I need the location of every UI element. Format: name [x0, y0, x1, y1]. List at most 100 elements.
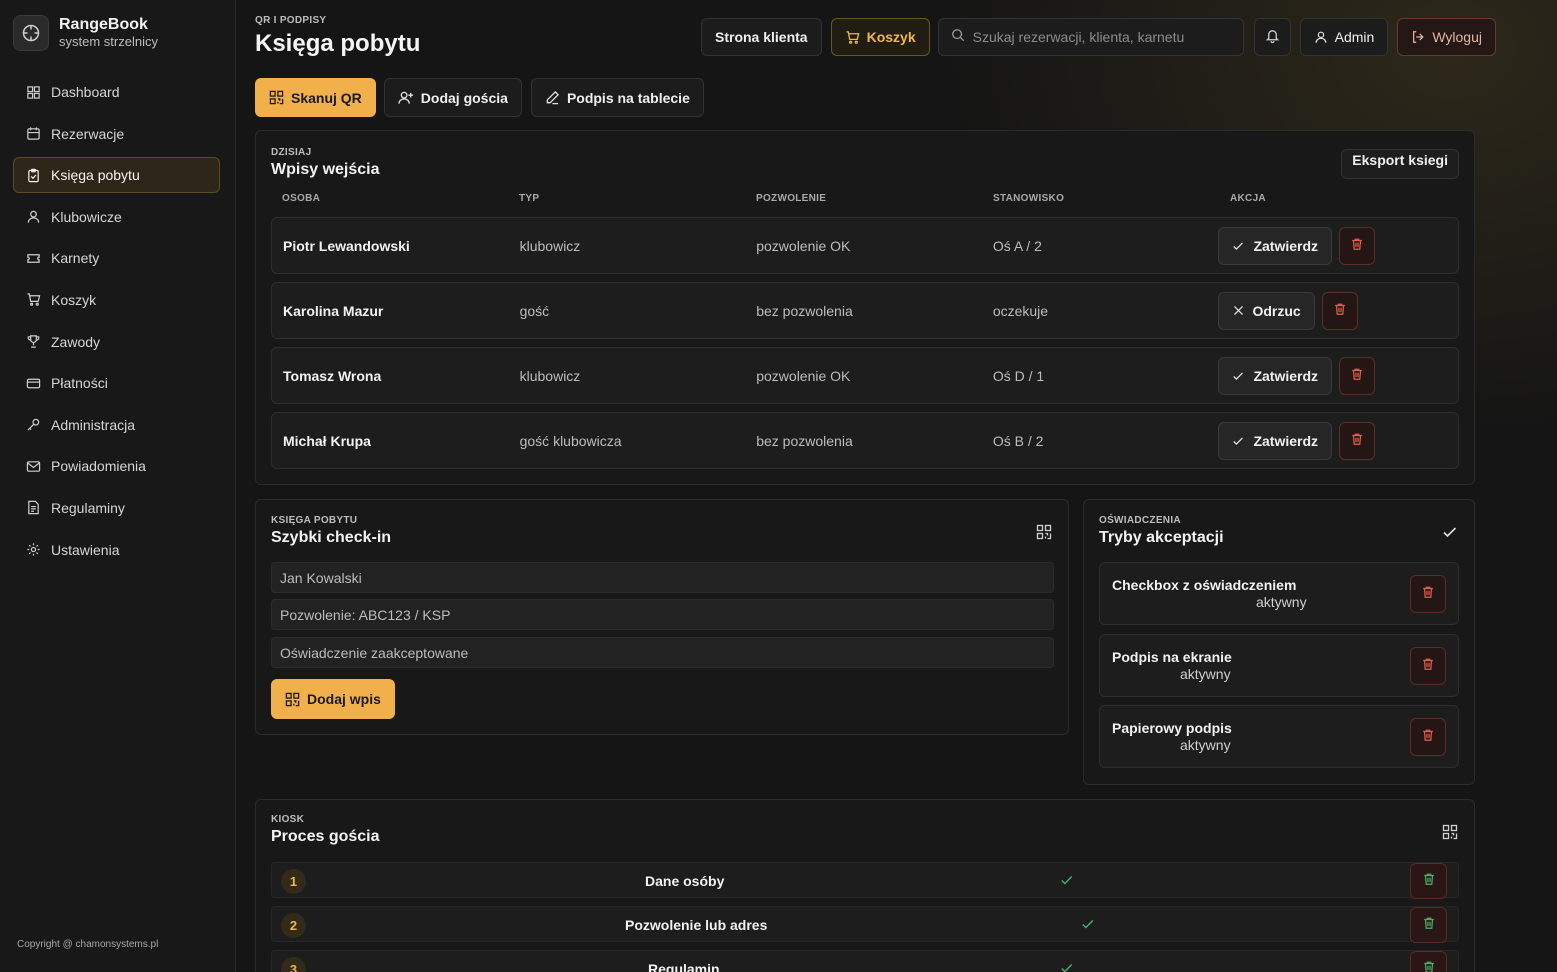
sidebar-item-label: Ustawienia: [51, 541, 120, 558]
approve-label: Zatwierdz: [1253, 237, 1319, 254]
person-name: Tomasz Wrona: [283, 367, 382, 384]
check-icon: [1232, 239, 1246, 253]
logout-button[interactable]: Wyloguj: [1397, 18, 1496, 56]
trash-icon: [1421, 585, 1435, 604]
column-header: OSOBA: [282, 193, 321, 204]
mail-icon: [25, 458, 41, 474]
trophy-icon: [25, 334, 41, 350]
quick-checkin-panel: KSIĘGA POBYTU Szybki check-in Jan Kowals…: [255, 499, 1069, 735]
delete-button[interactable]: [1410, 951, 1447, 972]
cart-button[interactable]: Koszyk: [830, 18, 930, 56]
trash-icon: [1350, 432, 1364, 449]
station: oczekuje: [992, 302, 1049, 319]
sidebar-item-karnety[interactable]: Karnety: [13, 240, 220, 276]
column-header: TYP: [519, 193, 540, 204]
delete-button[interactable]: [1410, 718, 1446, 756]
bell-icon: [1265, 28, 1280, 46]
entries-rows: Piotr Lewandowski klubowicz pozwolenie O…: [271, 217, 1459, 477]
permit-field[interactable]: Pozwolenie: ABC123 / KSP: [271, 599, 1054, 630]
delete-button[interactable]: [1321, 291, 1358, 330]
sidebar-nav: Dashboard Rezerwacje Księga pobytu Klubo…: [13, 74, 220, 573]
add-guest-button[interactable]: Dodaj gościa: [383, 78, 522, 117]
sidebar-item-regulaminy[interactable]: Regulaminy: [13, 490, 220, 526]
sidebar-item-platnosci[interactable]: Płatności: [13, 365, 220, 401]
mode-status: aktywny: [1180, 666, 1231, 682]
grid-icon: [25, 84, 41, 100]
key-icon: [25, 417, 41, 433]
delete-button[interactable]: [1410, 863, 1447, 899]
cart-icon: [25, 292, 41, 308]
guest-process-panel: KIOSK Proces gościa 1 Dane osóby 2 Pozwo…: [255, 799, 1475, 972]
table-row: Tomasz Wrona klubowicz pozwolenie OK Oś …: [271, 347, 1459, 404]
action-bar: Skanuj QR Dodaj gościa Podpis na tableci…: [255, 78, 704, 117]
approve-button[interactable]: Zatwierdz: [1218, 226, 1333, 265]
sidebar-item-dashboard[interactable]: Dashboard: [13, 74, 220, 110]
person-name: Michał Krupa: [283, 432, 371, 449]
sidebar: RangeBook system strzelnicy Dashboard Re…: [0, 0, 236, 972]
delete-button[interactable]: [1339, 421, 1376, 460]
column-header: POZWOLENIE: [756, 193, 827, 204]
guest-process-kicker: KIOSK: [271, 814, 305, 825]
pen-icon: [545, 90, 560, 105]
search-box[interactable]: [937, 18, 1244, 56]
delete-button[interactable]: [1339, 226, 1376, 265]
table-row: Michał Krupa gość klubowicza bez pozwole…: [271, 412, 1459, 469]
client-page-button[interactable]: Strona klienta: [701, 18, 822, 56]
check-icon: [1232, 369, 1246, 383]
sidebar-item-rezerwacje[interactable]: Rezerwacje: [13, 116, 220, 152]
delete-button[interactable]: [1410, 647, 1446, 685]
delete-button[interactable]: [1410, 575, 1446, 613]
sidebar-item-label: Płatności: [51, 375, 108, 392]
trash-icon: [1350, 237, 1364, 254]
delete-button[interactable]: [1339, 356, 1376, 395]
notifications-button[interactable]: [1253, 18, 1291, 56]
station: Oś B / 2: [992, 432, 1044, 449]
reject-button[interactable]: Odrzuc: [1218, 291, 1315, 330]
sidebar-item-label: Klubowicze: [51, 208, 122, 225]
add-entry-button[interactable]: Dodaj wpis: [271, 679, 395, 719]
copyright: Copyright @ chamonsystems.pl: [17, 939, 159, 950]
search-icon: [951, 28, 965, 47]
permit-status: bez pozwolenia: [756, 302, 853, 319]
sidebar-item-ksiega-pobytu[interactable]: Księga pobytu: [13, 157, 220, 194]
statement-field[interactable]: Oświadczenie zaakceptowane: [271, 637, 1054, 668]
trash-icon: [1422, 960, 1436, 972]
add-guest-label: Dodaj gościa: [420, 89, 508, 106]
approve-button[interactable]: Zatwierdz: [1218, 421, 1333, 460]
check-icon: [1232, 434, 1246, 448]
trash-icon: [1350, 367, 1364, 384]
x-icon: [1232, 304, 1245, 317]
delete-button[interactable]: [1410, 907, 1447, 943]
mode-status: aktywny: [1180, 737, 1231, 753]
entries-panel: DZISIAJ Wpisy wejścia Eksport ksiegi OSO…: [255, 130, 1475, 485]
sidebar-item-administracja[interactable]: Administracja: [13, 407, 220, 443]
column-header: STANOWISKO: [993, 193, 1065, 204]
sidebar-item-ustawienia[interactable]: Ustawienia: [13, 532, 220, 568]
sidebar-item-koszyk[interactable]: Koszyk: [13, 282, 220, 318]
crosshair-icon: [13, 15, 49, 51]
station: Oś A / 2: [992, 237, 1042, 254]
admin-button[interactable]: Admin: [1299, 18, 1389, 56]
scan-qr-button[interactable]: Skanuj QR: [255, 78, 376, 117]
user-icon: [1314, 30, 1328, 44]
sidebar-item-powiadomienia[interactable]: Powiadomienia: [13, 448, 220, 484]
approve-label: Zatwierdz: [1253, 367, 1319, 384]
sidebar-item-klubowicze[interactable]: Klubowicze: [13, 199, 220, 235]
document-icon: [25, 500, 41, 516]
search-input[interactable]: [972, 29, 1233, 45]
sidebar-item-zawody[interactable]: Zawody: [13, 324, 220, 360]
sidebar-item-label: Zawody: [51, 333, 101, 350]
person-name: Karolina Mazur: [283, 302, 384, 319]
brand[interactable]: RangeBook system strzelnicy: [13, 15, 158, 51]
tablet-sign-button[interactable]: Podpis na tablecie: [530, 78, 704, 117]
approve-label: Zatwierdz: [1253, 432, 1319, 449]
step-number: 2: [281, 913, 306, 938]
tablet-sign-label: Podpis na tablecie: [566, 89, 690, 106]
approve-button[interactable]: Zatwierdz: [1218, 356, 1333, 395]
export-button[interactable]: Eksport ksiegi: [1341, 149, 1459, 179]
trash-icon: [1421, 728, 1435, 747]
permit-status: bez pozwolenia: [756, 432, 853, 449]
trash-icon: [1421, 657, 1435, 676]
name-field[interactable]: Jan Kowalski: [271, 562, 1054, 593]
qr-icon: [1036, 524, 1052, 545]
